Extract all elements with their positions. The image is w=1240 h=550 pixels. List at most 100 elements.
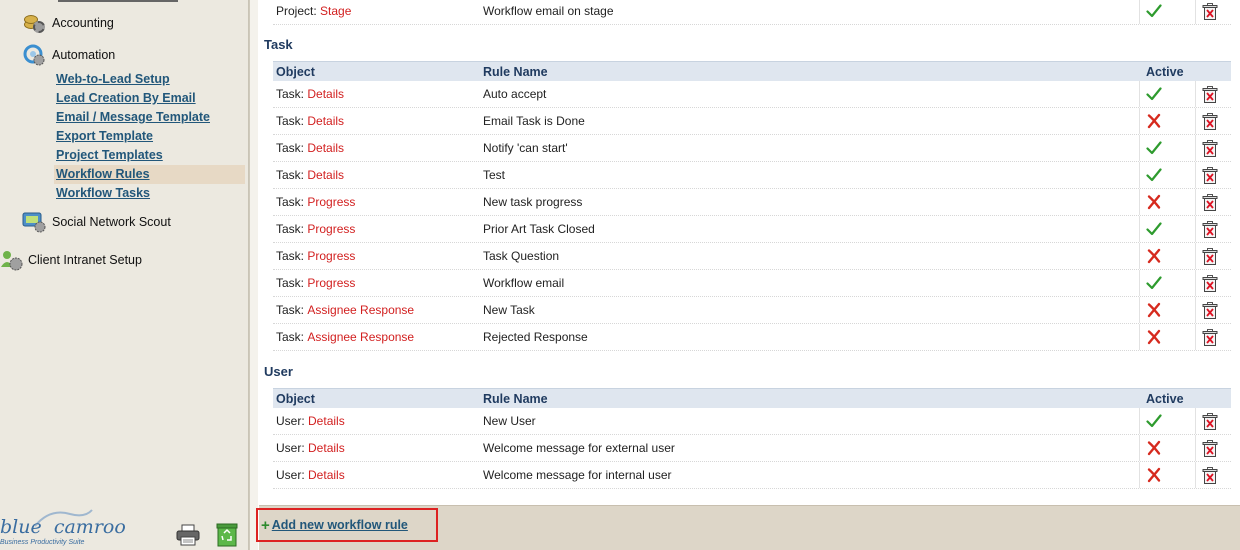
column-header-object: Object — [276, 392, 315, 406]
delete-button[interactable] — [1202, 0, 1218, 24]
sidebar-item-workflow-rules[interactable]: Workflow Rules — [54, 165, 245, 184]
rule-name[interactable]: Prior Art Task Closed — [483, 216, 595, 242]
rule-name[interactable]: Notify 'can start' — [483, 135, 568, 161]
sidebar-item-export-template[interactable]: Export Template — [54, 127, 245, 146]
object-link[interactable]: Progress — [307, 276, 355, 290]
sidebar-section-accounting[interactable]: Accounting — [22, 12, 114, 34]
column-header-active: Active — [1146, 392, 1184, 406]
delete-button[interactable] — [1202, 135, 1218, 161]
add-workflow-rule-label[interactable]: Add new workflow rule — [272, 518, 408, 532]
active-toggle[interactable] — [1146, 270, 1162, 296]
active-toggle[interactable] — [1146, 435, 1162, 461]
active-toggle[interactable] — [1146, 81, 1162, 107]
delete-button[interactable] — [1202, 270, 1218, 296]
delete-button[interactable] — [1202, 243, 1218, 269]
object-link[interactable]: Progress — [307, 249, 355, 263]
active-toggle[interactable] — [1146, 216, 1162, 242]
sidebar-item-workflow-tasks[interactable]: Workflow Tasks — [54, 184, 245, 203]
table-row: Task: Details Notify 'can start' — [273, 135, 1231, 162]
sidebar-item-web-to-lead[interactable]: Web-to-Lead Setup — [54, 70, 245, 89]
object-prefix: Task: — [276, 114, 305, 128]
table-row: Task: Progress New task progress — [273, 189, 1231, 216]
rule-name[interactable]: Test — [483, 162, 505, 188]
column-divider — [1195, 108, 1196, 134]
client-intranet-icon — [0, 249, 24, 271]
rule-name[interactable]: New User — [483, 408, 536, 434]
add-workflow-rule-button[interactable]: + Add new workflow rule — [256, 508, 438, 542]
object-link[interactable]: Progress — [307, 222, 355, 236]
column-header-object: Object — [276, 65, 315, 79]
sidebar-item-project-templates[interactable]: Project Templates — [54, 146, 245, 165]
object-link[interactable]: Progress — [307, 195, 355, 209]
rule-name[interactable]: New Task — [483, 297, 535, 323]
active-toggle[interactable] — [1146, 162, 1162, 188]
active-toggle[interactable] — [1146, 108, 1162, 134]
object-link[interactable]: Details — [308, 441, 345, 455]
active-toggle[interactable] — [1146, 189, 1162, 215]
object-cell: User: Details — [276, 435, 345, 461]
rule-name[interactable]: Auto accept — [483, 81, 546, 107]
delete-button[interactable] — [1202, 216, 1218, 242]
column-header-rule-name: Rule Name — [483, 392, 548, 406]
active-toggle[interactable] — [1146, 135, 1162, 161]
column-divider — [1139, 0, 1140, 24]
object-prefix: Task: — [276, 195, 305, 209]
delete-button[interactable] — [1202, 408, 1218, 434]
sidebar-section-automation[interactable]: Automation — [22, 44, 115, 66]
column-divider — [1195, 462, 1196, 488]
delete-button[interactable] — [1202, 297, 1218, 323]
rule-name[interactable]: Email Task is Done — [483, 108, 585, 134]
green-check-icon — [1146, 141, 1162, 155]
rule-name[interactable]: Task Question — [483, 243, 559, 269]
delete-button[interactable] — [1202, 324, 1218, 350]
object-prefix: Project: — [276, 4, 317, 18]
delete-button[interactable] — [1202, 462, 1218, 488]
table-row: User: Details Welcome message for externa… — [273, 435, 1231, 462]
rule-name[interactable]: Welcome message for internal user — [483, 462, 672, 488]
sidebar-section-label: Automation — [52, 48, 116, 62]
object-link[interactable]: Stage — [320, 4, 351, 18]
object-link[interactable]: Details — [307, 114, 344, 128]
object-link[interactable]: Details — [308, 468, 345, 482]
active-toggle[interactable] — [1146, 408, 1162, 434]
active-toggle[interactable] — [1146, 243, 1162, 269]
object-prefix: Task: — [276, 87, 305, 101]
sidebar-scroll-stub — [58, 0, 178, 2]
object-cell: Task: Progress — [276, 216, 355, 242]
footer-bar: + Add new workflow rule — [256, 505, 1240, 550]
active-toggle[interactable] — [1146, 462, 1162, 488]
printer-icon[interactable] — [176, 524, 200, 546]
rule-name[interactable]: New task progress — [483, 189, 582, 215]
object-link[interactable]: Details — [307, 168, 344, 182]
group-title-task: Task — [264, 37, 293, 52]
red-x-icon — [1147, 302, 1161, 318]
object-link[interactable]: Details — [307, 141, 344, 155]
sidebar-splitter[interactable] — [249, 0, 258, 550]
sidebar-item-lead-creation-by-email[interactable]: Lead Creation By Email — [54, 89, 245, 108]
rule-name[interactable]: Rejected Response — [483, 324, 588, 350]
object-link[interactable]: Assignee Response — [307, 303, 414, 317]
sidebar-section-social-network-scout[interactable]: Social Network Scout — [22, 211, 171, 233]
recycle-bin-icon[interactable] — [216, 523, 238, 547]
active-toggle[interactable] — [1146, 324, 1162, 350]
object-link[interactable]: Details — [307, 87, 344, 101]
delete-button[interactable] — [1202, 108, 1218, 134]
delete-button[interactable] — [1202, 189, 1218, 215]
active-toggle[interactable] — [1146, 0, 1162, 24]
active-toggle[interactable] — [1146, 297, 1162, 323]
rule-name[interactable]: Workflow email — [483, 270, 564, 296]
delete-button[interactable] — [1202, 81, 1218, 107]
object-link[interactable]: Details — [308, 414, 345, 428]
object-link[interactable]: Assignee Response — [307, 330, 414, 344]
delete-button[interactable] — [1202, 162, 1218, 188]
column-divider — [1139, 108, 1140, 134]
object-prefix: User: — [276, 468, 305, 482]
rule-name[interactable]: Workflow email on stage — [483, 0, 614, 24]
sidebar-item-email-message-template[interactable]: Email / Message Template — [54, 108, 245, 127]
column-divider — [1139, 408, 1140, 434]
sidebar-section-client-intranet-setup[interactable]: Client Intranet Setup — [0, 249, 142, 271]
column-divider — [1195, 81, 1196, 107]
delete-button[interactable] — [1202, 435, 1218, 461]
column-divider — [1139, 435, 1140, 461]
rule-name[interactable]: Welcome message for external user — [483, 435, 675, 461]
